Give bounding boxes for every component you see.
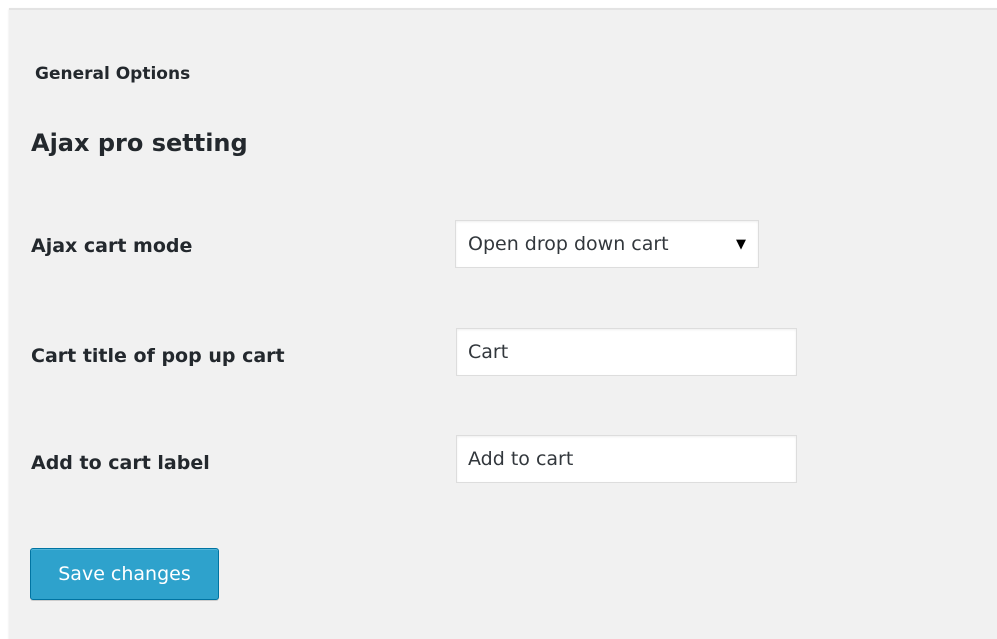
cart-title-input[interactable] [456, 328, 797, 376]
panel-top-edge [9, 8, 997, 10]
ajax-cart-mode-value: Open drop down cart [468, 233, 669, 255]
add-to-cart-label-input[interactable] [456, 435, 797, 483]
page-title: Ajax pro setting [31, 129, 248, 157]
ajax-cart-mode-label: Ajax cart mode [31, 235, 193, 257]
settings-panel: General Options Ajax pro setting Ajax ca… [9, 8, 997, 639]
save-changes-button[interactable]: Save changes [30, 548, 219, 600]
ajax-cart-mode-select[interactable]: Open drop down cart ▼ [455, 220, 759, 268]
section-header: General Options [35, 64, 191, 84]
add-to-cart-label-label: Add to cart label [31, 452, 210, 474]
caret-down-icon: ▼ [736, 236, 746, 252]
cart-title-label: Cart title of pop up cart [31, 345, 285, 367]
